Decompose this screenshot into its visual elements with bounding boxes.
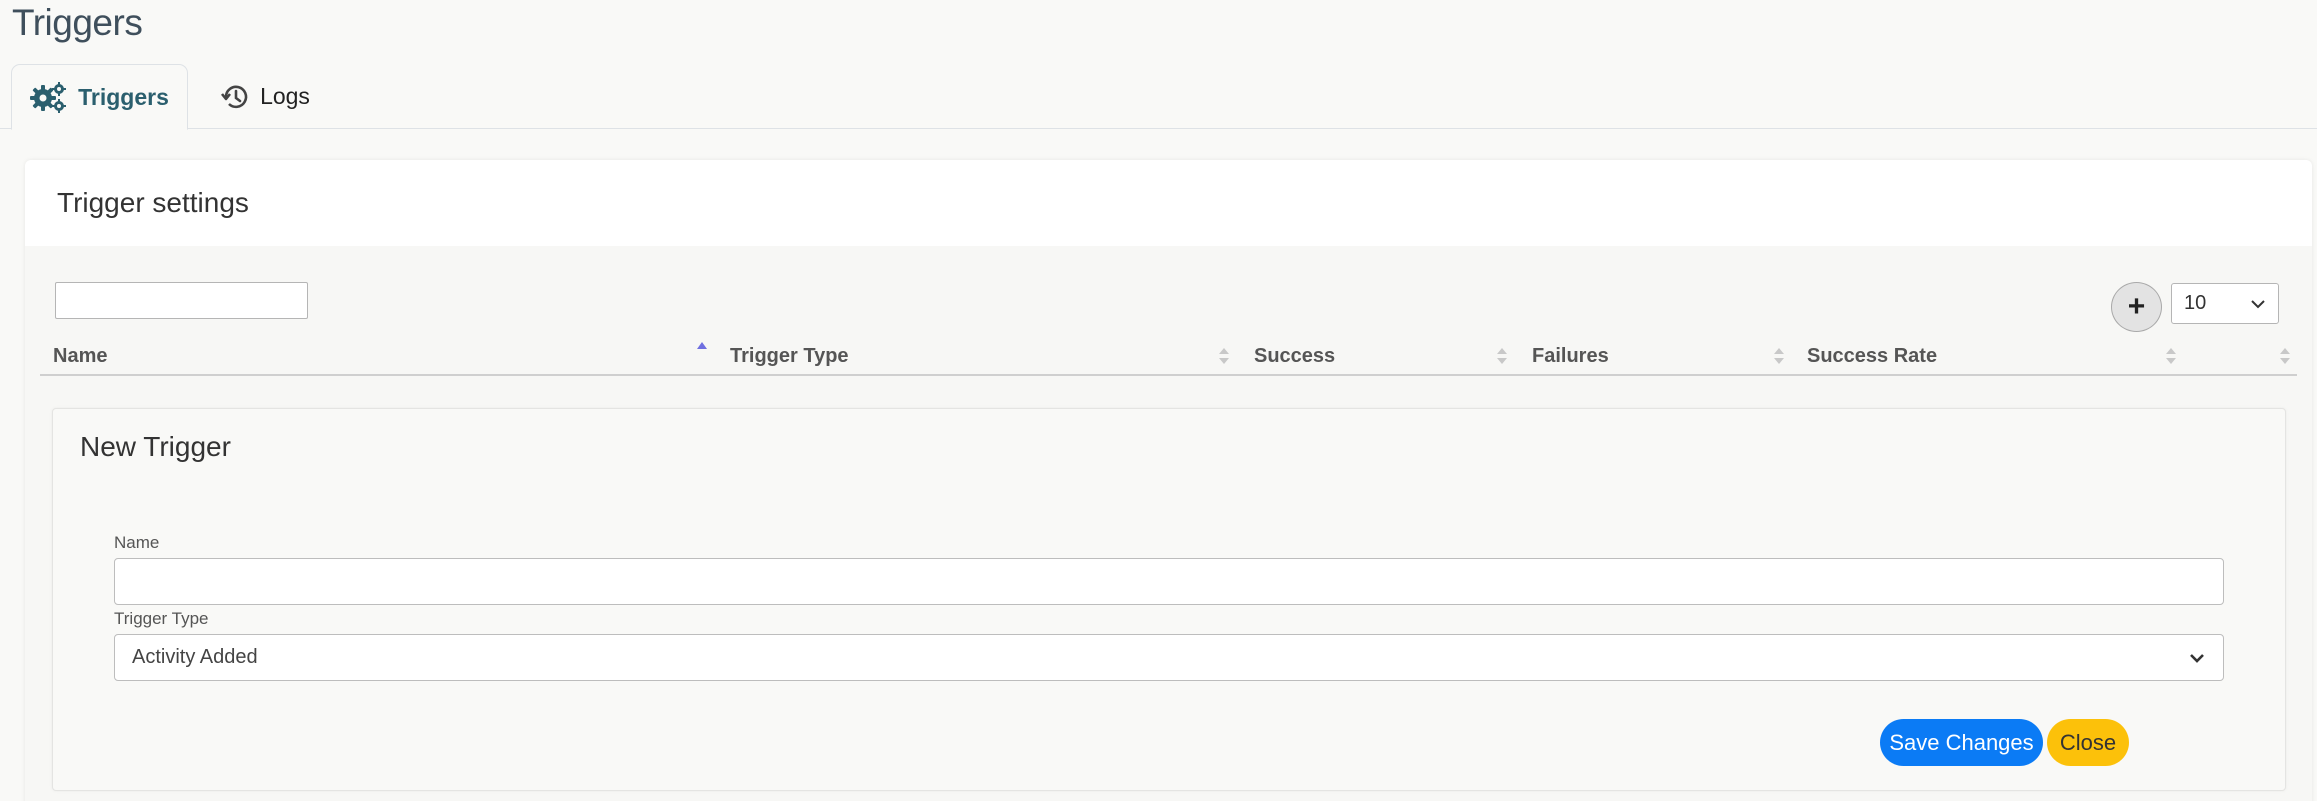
column-header-name[interactable]: Name	[53, 338, 713, 374]
trigger-type-label: Trigger Type	[114, 609, 209, 628]
name-label: Name	[114, 533, 160, 552]
gears-icon	[30, 81, 68, 113]
sort-icon	[2164, 338, 2178, 374]
card-title: Trigger settings	[57, 187, 249, 218]
page-size-select[interactable]: 10	[2171, 283, 2279, 324]
trigger-type-value: Activity Added	[132, 646, 258, 668]
sort-icon	[1495, 338, 1509, 374]
column-label: Failures	[1532, 344, 1609, 367]
sort-icon	[1772, 338, 1786, 374]
column-header-failures[interactable]: Failures	[1532, 338, 1792, 374]
new-trigger-title: New Trigger	[80, 431, 231, 462]
new-trigger-panel: New Trigger Name Trigger Type Activity A…	[52, 408, 2286, 791]
chevron-down-icon	[2248, 294, 2268, 320]
history-icon	[220, 82, 250, 112]
column-label: Success Rate	[1807, 344, 1938, 367]
tab-logs[interactable]: Logs	[210, 64, 320, 129]
tab-triggers-label: Triggers	[78, 83, 169, 110]
page-size-value: 10	[2184, 292, 2207, 314]
save-changes-button[interactable]: Save Changes	[1880, 719, 2043, 766]
column-label: Trigger Type	[730, 344, 849, 367]
page-title: Triggers	[12, 2, 143, 43]
tab-logs-label: Logs	[260, 83, 310, 109]
card-header: Trigger settings	[25, 160, 2312, 246]
add-trigger-button[interactable]: +	[2111, 282, 2162, 332]
chevron-down-icon	[2187, 648, 2207, 674]
tab-bar: Triggers Logs	[0, 64, 2317, 130]
name-input[interactable]	[114, 558, 2224, 605]
column-header-trigger-type[interactable]: Trigger Type	[730, 338, 1250, 374]
sort-icon	[1217, 338, 1231, 374]
close-button[interactable]: Close	[2047, 719, 2129, 766]
column-label: Success	[1254, 344, 1336, 367]
trigger-settings-card: Trigger settings + 10 Name Trigger Type …	[25, 160, 2312, 801]
column-header-success-rate[interactable]: Success Rate	[1807, 338, 2167, 374]
search-input[interactable]	[55, 282, 308, 319]
sort-icon	[2278, 338, 2292, 374]
column-header-success[interactable]: Success	[1254, 338, 1529, 374]
sort-asc-icon	[695, 338, 709, 374]
tab-triggers[interactable]: Triggers	[11, 64, 188, 130]
table-header: Name Trigger Type Success Failures Succe…	[40, 338, 2297, 376]
column-label: Name	[53, 344, 108, 367]
trigger-type-select[interactable]: Activity Added	[114, 634, 2224, 681]
